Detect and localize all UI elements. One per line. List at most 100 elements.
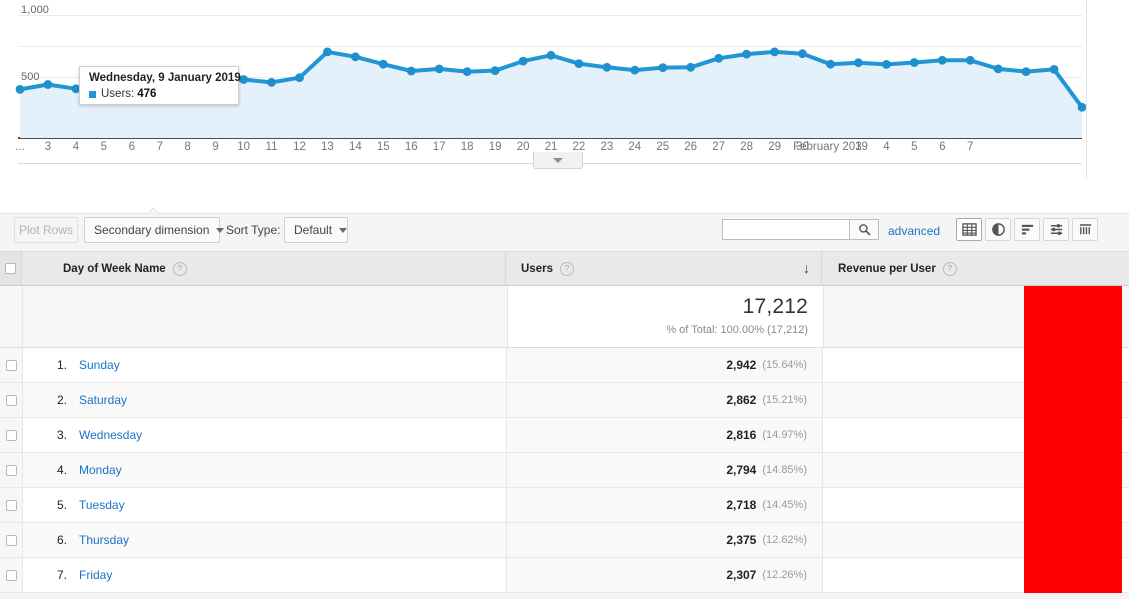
row-dimension-link[interactable]: Tuesday bbox=[79, 498, 125, 512]
chart-collapse-handle[interactable] bbox=[533, 152, 583, 169]
chart-data-point[interactable] bbox=[770, 47, 779, 57]
chart-data-point[interactable] bbox=[378, 59, 388, 69]
sort-type-label: Sort Type: bbox=[226, 223, 281, 237]
users-column-header[interactable]: Users ? ↓ bbox=[506, 252, 822, 285]
chart-right-gutter bbox=[1087, 0, 1129, 178]
chart-data-point[interactable] bbox=[1049, 65, 1059, 74]
chart-data-point[interactable] bbox=[267, 78, 276, 87]
chart-data-point[interactable] bbox=[546, 50, 556, 60]
row-users-cell: 2,718 (14.45%) bbox=[507, 488, 823, 522]
chart-data-point[interactable] bbox=[686, 62, 696, 72]
row-index: 4. bbox=[57, 463, 68, 477]
performance-view-button[interactable] bbox=[1014, 218, 1040, 241]
chart-data-point[interactable] bbox=[854, 58, 863, 68]
users-over-time-chart: 1,000 500 ... 3 4 5 6 7 8 9 10 11 12 13 14 15 16 17 18 19… bbox=[0, 0, 1086, 178]
chart-data-point[interactable] bbox=[630, 65, 640, 75]
advanced-filter-link[interactable]: advanced bbox=[888, 224, 940, 238]
row-dimension-link[interactable]: Sunday bbox=[79, 358, 120, 372]
row-dimension-link[interactable]: Saturday bbox=[79, 393, 127, 407]
row-checkbox-cell[interactable] bbox=[0, 383, 23, 417]
row-checkbox[interactable] bbox=[5, 359, 17, 371]
row-dimension-link[interactable]: Monday bbox=[79, 463, 122, 477]
row-dimension-link[interactable]: Thursday bbox=[79, 533, 129, 547]
question-mark-icon[interactable]: ? bbox=[172, 261, 187, 276]
row-checkbox[interactable] bbox=[5, 394, 17, 406]
chart-data-point[interactable] bbox=[965, 55, 975, 65]
select-all-checkbox[interactable] bbox=[5, 263, 16, 274]
chevron-down-icon bbox=[553, 158, 563, 163]
chart-data-point[interactable] bbox=[490, 66, 500, 75]
row-checkbox-cell[interactable] bbox=[0, 523, 23, 557]
chart-data-point[interactable] bbox=[323, 47, 332, 57]
x-axis-tick: 16 bbox=[404, 141, 418, 153]
plot-rows-button[interactable]: Plot Rows bbox=[14, 217, 78, 243]
row-checkbox[interactable] bbox=[5, 464, 17, 476]
row-checkbox-cell[interactable] bbox=[0, 418, 23, 452]
x-axis-tick: 3 bbox=[855, 141, 862, 153]
row-checkbox-cell[interactable] bbox=[0, 558, 23, 592]
table-header-row: Day of Week Name ? Users ? ↓ Revenue per… bbox=[0, 252, 1129, 286]
chart-data-point[interactable] bbox=[909, 58, 919, 67]
row-users-cell: 2,816 (14.97%) bbox=[507, 418, 823, 452]
x-axis-tick: ... bbox=[15, 141, 25, 153]
row-checkbox[interactable] bbox=[5, 499, 17, 511]
chart-data-point[interactable] bbox=[937, 55, 947, 65]
comparison-view-button[interactable] bbox=[1043, 218, 1069, 241]
chart-data-point[interactable] bbox=[993, 64, 1003, 74]
table-grid-icon bbox=[961, 223, 977, 236]
search-input[interactable] bbox=[723, 220, 849, 239]
chart-data-point[interactable] bbox=[295, 73, 304, 83]
row-users-cell: 2,307 (12.26%) bbox=[507, 558, 823, 592]
chart-data-point[interactable] bbox=[798, 49, 807, 59]
row-users-cell: 2,942 (15.64%) bbox=[507, 348, 823, 382]
chart-data-point[interactable] bbox=[15, 85, 25, 94]
chart-data-point[interactable] bbox=[826, 59, 835, 69]
x-axis-tick: 15 bbox=[376, 141, 390, 153]
chart-data-point[interactable] bbox=[658, 63, 668, 72]
row-index: 2. bbox=[57, 393, 68, 407]
chart-data-point[interactable] bbox=[882, 60, 891, 69]
chart-data-point[interactable] bbox=[602, 62, 612, 72]
question-mark-icon[interactable]: ? bbox=[942, 261, 957, 276]
x-axis-tick: 24 bbox=[628, 141, 642, 153]
chart-data-point[interactable] bbox=[518, 56, 528, 66]
chart-data-point[interactable] bbox=[714, 53, 724, 63]
chart-data-point[interactable] bbox=[434, 64, 444, 74]
select-all-header-cell[interactable] bbox=[0, 252, 22, 285]
search-input-wrapper[interactable] bbox=[722, 219, 850, 240]
chart-data-point[interactable] bbox=[1021, 67, 1031, 76]
row-dimension-link[interactable]: Wednesday bbox=[79, 428, 142, 442]
row-users-value: 2,375 bbox=[726, 533, 757, 547]
row-checkbox-cell[interactable] bbox=[0, 348, 23, 382]
sort-descending-arrow-icon[interactable]: ↓ bbox=[803, 261, 810, 275]
row-dimension-link[interactable]: Friday bbox=[79, 568, 112, 582]
sort-type-value: Default bbox=[294, 223, 333, 237]
table-view-button[interactable] bbox=[956, 218, 982, 241]
chart-data-point[interactable] bbox=[406, 66, 416, 76]
chart-data-point[interactable] bbox=[462, 67, 472, 76]
row-index: 3. bbox=[57, 428, 68, 442]
revenue-per-user-column-header[interactable]: Revenue per User ? bbox=[822, 252, 1129, 285]
secondary-dimension-dropdown[interactable]: Secondary dimension bbox=[84, 217, 225, 243]
question-mark-icon[interactable]: ? bbox=[559, 261, 574, 276]
row-checkbox-cell[interactable] bbox=[0, 453, 23, 487]
row-checkbox[interactable] bbox=[5, 534, 17, 546]
chart-data-point[interactable] bbox=[43, 80, 53, 89]
report-data-table: Day of Week Name ? Users ? ↓ Revenue per… bbox=[0, 252, 1129, 593]
x-axis-tick: 23 bbox=[600, 141, 614, 153]
chart-data-point[interactable] bbox=[351, 52, 360, 62]
pie-chart-icon bbox=[991, 223, 1005, 236]
dimension-column-header[interactable]: Day of Week Name ? bbox=[22, 252, 506, 285]
row-checkbox[interactable] bbox=[5, 429, 17, 441]
x-axis-tick: 8 bbox=[184, 141, 191, 153]
series-color-swatch bbox=[89, 91, 96, 98]
row-checkbox[interactable] bbox=[5, 569, 17, 581]
chart-data-point[interactable] bbox=[574, 59, 584, 68]
chart-data-point[interactable] bbox=[742, 49, 751, 59]
percentage-view-button[interactable] bbox=[985, 218, 1011, 241]
search-button[interactable] bbox=[850, 219, 879, 240]
row-checkbox-cell[interactable] bbox=[0, 488, 23, 522]
pivot-view-button[interactable] bbox=[1072, 218, 1098, 241]
chart-data-point[interactable] bbox=[1077, 102, 1086, 112]
sort-type-dropdown[interactable]: Default bbox=[284, 217, 348, 243]
